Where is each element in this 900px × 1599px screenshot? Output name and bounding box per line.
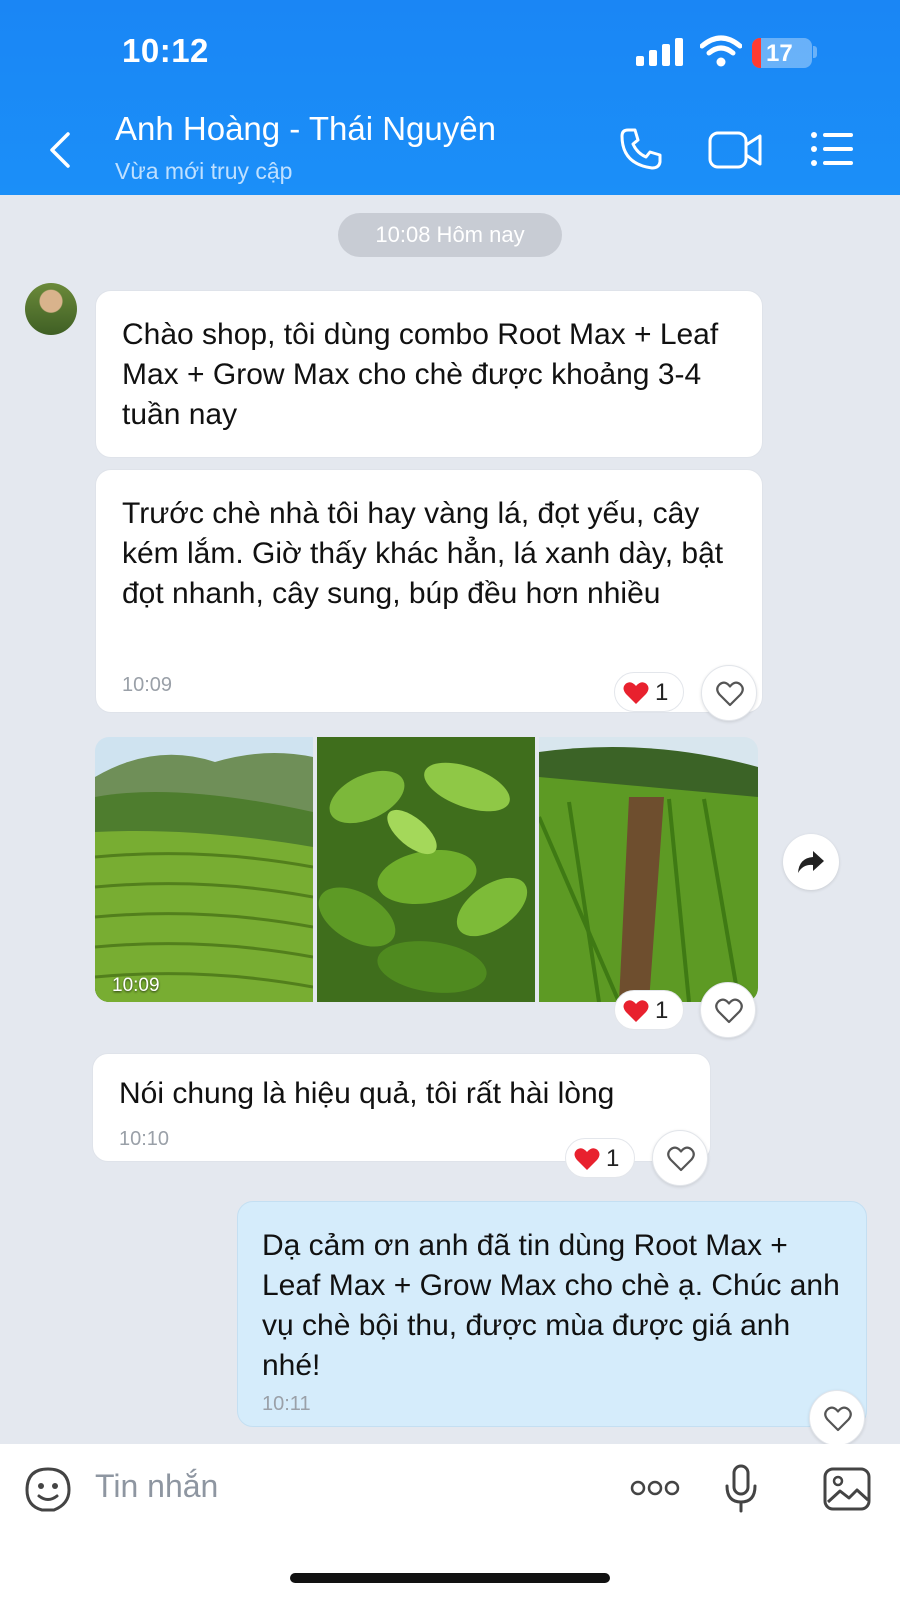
- forward-arrow-icon: [798, 851, 824, 873]
- battery-level: 17: [766, 40, 793, 67]
- message-input[interactable]: Tin nhắn: [95, 1468, 218, 1505]
- message-input-bar: Tin nhắn: [0, 1444, 900, 1599]
- microphone-icon[interactable]: [724, 1464, 758, 1514]
- like-button[interactable]: [652, 1130, 708, 1186]
- contact-name[interactable]: Anh Hoàng - Thái Nguyên: [115, 110, 496, 148]
- heart-reaction-icon: [574, 1148, 600, 1170]
- reaction-count: 1: [655, 679, 669, 706]
- heart-outline-icon: [824, 1406, 852, 1432]
- reaction-badge[interactable]: 1: [614, 990, 684, 1030]
- incoming-message-bubble[interactable]: Chào shop, tôi dùng combo Root Max + Lea…: [95, 290, 763, 458]
- outgoing-message-bubble[interactable]: Dạ cảm ơn anh đã tin dùng Root Max + Lea…: [237, 1201, 867, 1427]
- heart-reaction-icon: [623, 682, 649, 704]
- wifi-icon: [700, 35, 742, 67]
- like-button[interactable]: [809, 1390, 865, 1446]
- reaction-count: 1: [655, 997, 669, 1024]
- message-text: Nói chung là hiệu quả, tôi rất hài lòng: [119, 1077, 615, 1110]
- message-text: Chào shop, tôi dùng combo Root Max + Lea…: [122, 318, 719, 431]
- like-button[interactable]: [701, 665, 757, 721]
- video-call-icon[interactable]: [708, 130, 764, 170]
- contact-status: Vừa mới truy cập: [115, 158, 293, 184]
- message-text: Trước chè nhà tôi hay vàng lá, đọt yếu, …: [122, 497, 724, 610]
- reaction-badge[interactable]: 1: [614, 672, 684, 712]
- message-time: 10:09: [122, 674, 173, 696]
- image-gallery-icon[interactable]: [822, 1466, 872, 1512]
- chat-header: 10:12 17 Anh Hoàng - Thái Nguyên Vừa mới…: [0, 0, 900, 195]
- back-arrow-icon[interactable]: [44, 130, 76, 170]
- like-button[interactable]: [700, 982, 756, 1038]
- photo-album[interactable]: [95, 737, 758, 1002]
- message-time: 10:11: [262, 1393, 311, 1415]
- cellular-signal-icon: [636, 38, 683, 66]
- heart-outline-icon: [715, 998, 743, 1024]
- heart-outline-icon: [716, 681, 744, 707]
- reaction-count: 1: [606, 1145, 620, 1172]
- heart-reaction-icon: [623, 1000, 649, 1022]
- sticker-icon[interactable]: [24, 1466, 72, 1514]
- tea-rows-photo[interactable]: [539, 737, 758, 1002]
- home-indicator[interactable]: [290, 1573, 610, 1583]
- contact-avatar[interactable]: [25, 283, 77, 335]
- message-text: Dạ cảm ơn anh đã tin dùng Root Max + Lea…: [262, 1229, 840, 1382]
- battery-icon: 17: [752, 38, 812, 68]
- message-time: 10:10: [119, 1128, 170, 1150]
- photo-time: 10:09: [112, 975, 160, 996]
- phone-call-icon[interactable]: [618, 126, 664, 172]
- heart-outline-icon: [667, 1146, 695, 1172]
- status-bar-time: 10:12: [122, 32, 209, 69]
- day-separator: 10:08 Hôm nay: [338, 213, 562, 257]
- menu-list-icon[interactable]: [810, 131, 854, 167]
- forward-button[interactable]: [783, 834, 839, 890]
- tea-hill-photo[interactable]: [95, 737, 313, 1002]
- more-options-icon[interactable]: [630, 1480, 680, 1496]
- tea-leaves-photo[interactable]: [317, 737, 535, 1002]
- reaction-badge[interactable]: 1: [565, 1138, 635, 1178]
